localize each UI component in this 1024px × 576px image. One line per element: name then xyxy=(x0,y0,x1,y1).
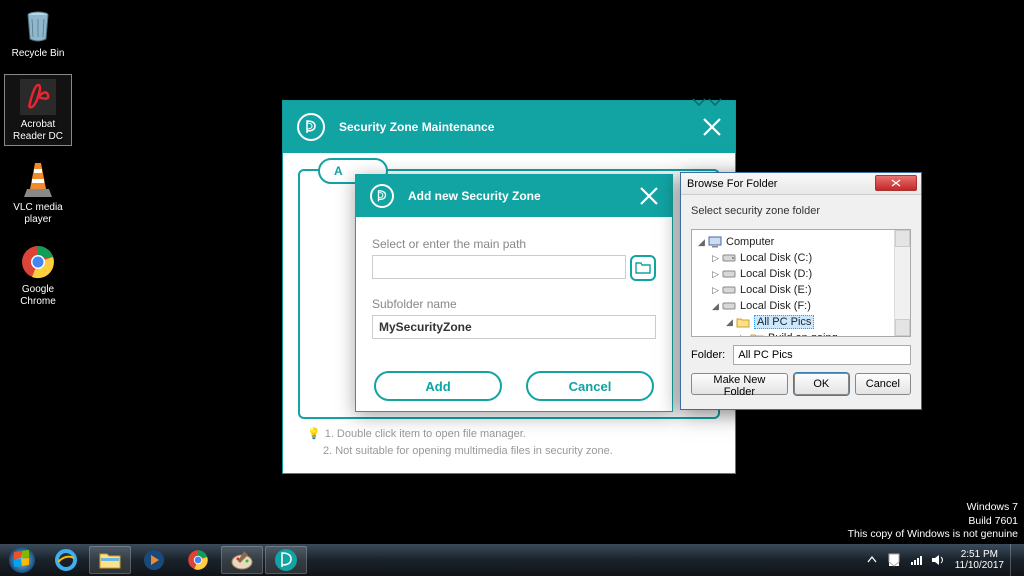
tree-node-disk-f[interactable]: ◢ Local Disk (F:) xyxy=(694,298,908,314)
desktop-icon-label: VLC media player xyxy=(6,202,70,226)
collapse-icon[interactable]: ◢ xyxy=(724,317,735,328)
disk-icon xyxy=(721,299,737,313)
main-path-input[interactable] xyxy=(372,255,626,279)
main-path-label: Select or enter the main path xyxy=(372,237,656,251)
collapse-icon[interactable]: ◢ xyxy=(696,237,707,248)
close-button[interactable] xyxy=(875,175,917,191)
desktop-icon-label: Google Chrome xyxy=(6,284,70,308)
dialog-title: Browse For Folder xyxy=(687,178,777,190)
scrollbar[interactable] xyxy=(894,230,910,336)
expand-icon[interactable]: ▷ xyxy=(710,285,721,296)
dialog-instruction: Select security zone folder xyxy=(691,205,911,217)
window-title: Security Zone Maintenance xyxy=(339,120,494,134)
desktop-icons: Recycle Bin Acrobat Reader DC VLC media … xyxy=(4,4,72,310)
system-tray: 2:51 PM 11/10/2017 xyxy=(861,544,1024,576)
close-button[interactable] xyxy=(701,116,723,138)
taskbar-ie[interactable] xyxy=(45,546,87,574)
ok-button[interactable]: OK xyxy=(794,373,849,395)
taskbar-clock[interactable]: 2:51 PM 11/10/2017 xyxy=(955,549,1004,572)
desktop-icon-label: Acrobat Reader DC xyxy=(7,119,69,143)
taskbar-security-app[interactable] xyxy=(265,546,307,574)
chevron-down-icon[interactable] xyxy=(691,98,723,108)
start-button[interactable] xyxy=(1,546,43,574)
window-title: Add new Security Zone xyxy=(408,189,541,203)
disk-icon xyxy=(721,267,737,281)
desktop-icon-vlc[interactable]: VLC media player xyxy=(4,158,72,228)
windows-watermark: Windows 7 Build 7601 This copy of Window… xyxy=(848,501,1018,542)
cancel-button[interactable]: Cancel xyxy=(526,371,654,401)
folder-field-label: Folder: xyxy=(691,349,725,361)
computer-icon xyxy=(707,235,723,249)
tree-node-disk-c[interactable]: ▷ Local Disk (C:) xyxy=(694,250,908,266)
subfolder-input[interactable] xyxy=(372,315,656,339)
collapse-icon[interactable]: ◢ xyxy=(710,301,721,312)
media-player-icon xyxy=(142,548,166,572)
taskbar-paint[interactable] xyxy=(221,546,263,574)
paint-icon xyxy=(230,549,254,571)
desktop-icon-label: Recycle Bin xyxy=(12,48,65,60)
tree-node-disk-e[interactable]: ▷ Local Disk (E:) xyxy=(694,282,908,298)
window-titlebar[interactable]: Add new Security Zone xyxy=(356,175,672,217)
folder-name-input[interactable] xyxy=(733,345,911,365)
browse-folder-button[interactable] xyxy=(630,255,656,281)
vlc-icon xyxy=(18,160,58,200)
desktop-icon-chrome[interactable]: Google Chrome xyxy=(4,240,72,310)
hint-text: 💡1. Double click item to open file manag… xyxy=(307,426,613,459)
ie-icon xyxy=(54,548,78,572)
disk-icon xyxy=(721,283,737,297)
tray-show-hidden[interactable] xyxy=(863,551,881,569)
chrome-icon xyxy=(18,242,58,282)
folder-icon xyxy=(749,331,765,337)
expand-icon[interactable]: ▷ xyxy=(710,253,721,264)
app-logo-icon xyxy=(370,184,394,208)
add-security-zone-window: Add new Security Zone Select or enter th… xyxy=(355,174,673,412)
volume-icon[interactable] xyxy=(929,551,947,569)
action-center-icon[interactable] xyxy=(885,551,903,569)
cancel-button[interactable]: Cancel xyxy=(855,373,911,395)
folder-icon xyxy=(735,315,751,329)
taskbar-explorer[interactable] xyxy=(89,546,131,574)
add-button[interactable]: Add xyxy=(374,371,502,401)
tree-node-build-ongoing[interactable]: ▷ Build on going xyxy=(694,330,908,337)
desktop-icon-acrobat[interactable]: Acrobat Reader DC xyxy=(4,74,72,146)
subfolder-label: Subfolder name xyxy=(372,297,656,311)
taskbar: 2:51 PM 11/10/2017 xyxy=(0,544,1024,576)
taskbar-chrome[interactable] xyxy=(177,546,219,574)
browse-for-folder-dialog: Browse For Folder Select security zone f… xyxy=(680,172,922,410)
window-titlebar[interactable]: Security Zone Maintenance xyxy=(283,101,735,153)
folder-icon xyxy=(98,550,122,570)
desktop-icon-recycle-bin[interactable]: Recycle Bin xyxy=(4,4,72,62)
taskbar-wmp[interactable] xyxy=(133,546,175,574)
show-desktop-button[interactable] xyxy=(1010,544,1020,576)
disk-icon xyxy=(721,251,737,265)
folder-icon xyxy=(635,261,651,275)
tree-node-computer[interactable]: ◢ Computer xyxy=(694,234,908,250)
tree-node-disk-d[interactable]: ▷ Local Disk (D:) xyxy=(694,266,908,282)
recycle-bin-icon xyxy=(18,6,58,46)
dialog-titlebar[interactable]: Browse For Folder xyxy=(681,173,921,195)
tree-node-all-pc-pics[interactable]: ◢ All PC Pics xyxy=(694,314,908,330)
expand-icon[interactable]: ▷ xyxy=(738,333,749,338)
network-icon[interactable] xyxy=(907,551,925,569)
expand-icon[interactable]: ▷ xyxy=(710,269,721,280)
chrome-icon xyxy=(187,549,209,571)
app-logo-icon xyxy=(297,113,325,141)
folder-tree[interactable]: ◢ Computer ▷ Local Disk (C:) ▷ Local Dis… xyxy=(691,229,911,337)
close-button[interactable] xyxy=(638,185,660,207)
acrobat-icon xyxy=(18,77,58,117)
make-new-folder-button[interactable]: Make New Folder xyxy=(691,373,788,395)
bulb-icon: 💡 xyxy=(307,428,321,440)
app-logo-icon xyxy=(274,548,298,572)
